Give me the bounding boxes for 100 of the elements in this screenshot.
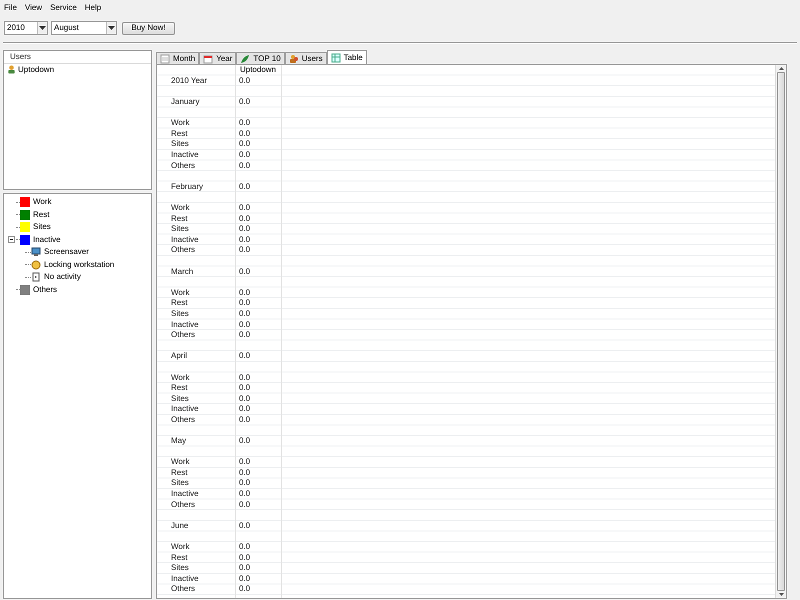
value-cell: 0.0 <box>239 374 250 382</box>
value-cell: 0.0 <box>239 130 250 138</box>
row-label: Sites <box>171 394 189 403</box>
row-label: Work <box>171 543 190 552</box>
value-cell: 0.0 <box>239 352 250 360</box>
legend-label: Sites <box>33 223 51 232</box>
row-label: Rest <box>171 384 188 392</box>
value-cell: 0.0 <box>239 500 250 509</box>
caret-icon <box>39 26 46 30</box>
value-cell: 0.0 <box>239 288 250 297</box>
row-label: January <box>171 98 200 106</box>
legend-label: Others <box>33 286 58 294</box>
value-cell: 0.0 <box>239 543 250 552</box>
value-cell: 0.0 <box>239 119 250 128</box>
row-label: Rest <box>171 554 188 562</box>
menu-item[interactable]: File <box>4 4 17 12</box>
value-cell: 0.0 <box>239 479 250 488</box>
monitor-icon <box>31 247 41 258</box>
tab[interactable]: TOP 10 <box>236 52 285 64</box>
row-label: Rest <box>171 214 188 223</box>
tab[interactable]: Users <box>284 52 327 64</box>
users-header: Users <box>4 51 151 64</box>
row-label: Work <box>171 374 190 382</box>
legend-label: Locking workstation <box>44 260 114 269</box>
legend-label: Rest <box>33 210 50 219</box>
legend-label: No activity <box>44 273 81 282</box>
value-cell: 0.0 <box>239 574 250 583</box>
collapse-icon[interactable] <box>8 236 15 244</box>
row-label: Inactive <box>171 490 199 498</box>
value-cell: 0.0 <box>239 268 250 276</box>
value-cell: 0.0 <box>239 554 250 562</box>
value-cell: 0.0 <box>239 182 250 191</box>
value-cell: 0.0 <box>239 331 250 340</box>
scroll-down-icon[interactable] <box>778 593 784 596</box>
caret-icon <box>108 26 115 30</box>
value-cell: 0.0 <box>239 320 250 329</box>
row-label: Inactive <box>171 236 199 244</box>
row-label: Others <box>171 500 196 509</box>
value-cell: 0.0 <box>239 204 250 212</box>
value-cell: 0.0 <box>239 162 250 170</box>
row-label: Rest <box>171 299 188 308</box>
row-label: Others <box>171 416 196 424</box>
value-cell: 0.0 <box>239 236 250 244</box>
row-label: Others <box>171 331 196 340</box>
row-label: Others <box>171 246 196 254</box>
legend-label: Screensaver <box>44 248 89 256</box>
value-cell: 0.0 <box>239 564 250 572</box>
row-label: Sites <box>171 225 189 234</box>
value-cell: 0.0 <box>239 76 250 85</box>
row-label: Sites <box>171 479 189 488</box>
row-label: May <box>171 437 186 446</box>
value-cell: 0.0 <box>239 225 250 234</box>
buy-button[interactable]: Buy Now! <box>122 22 175 34</box>
legend-label: Work <box>33 198 52 206</box>
row-label: 2010 Year <box>171 76 208 85</box>
row-label: June <box>171 522 188 530</box>
row-label: Others <box>171 585 196 594</box>
row-label: Rest <box>171 130 188 138</box>
row-label: Inactive <box>171 405 199 414</box>
menu-item[interactable]: Service <box>50 4 77 12</box>
value-cell: 0.0 <box>239 394 250 403</box>
value-cell: 0.0 <box>239 151 250 160</box>
value-cell: 0.0 <box>239 384 250 392</box>
table-icon <box>330 52 341 62</box>
value-cell: 0.0 <box>239 246 250 254</box>
year-dropdown[interactable]: 2010 <box>4 21 48 35</box>
tab[interactable]: Month <box>156 52 200 64</box>
month-dropdown[interactable]: August <box>51 21 117 35</box>
user-item[interactable]: Uptodown <box>4 64 151 75</box>
scroll-up-icon[interactable] <box>778 67 784 70</box>
value-cell: 0.0 <box>239 405 250 414</box>
row-label: Inactive <box>171 574 199 583</box>
tab[interactable]: Table <box>326 50 367 64</box>
value-cell: 0.0 <box>239 140 250 148</box>
value-cell: 0.0 <box>239 299 250 308</box>
value-cell: 0.0 <box>239 458 250 466</box>
menu-item[interactable]: View <box>24 4 42 12</box>
document-icon <box>31 272 41 282</box>
scrollbar[interactable] <box>775 65 786 598</box>
column-header: Uptodown <box>238 65 278 76</box>
value-cell: 0.0 <box>239 310 250 318</box>
row-label: Others <box>171 162 196 170</box>
row-label: April <box>171 352 188 360</box>
row-label: Work <box>171 458 190 466</box>
tab[interactable]: Year <box>199 52 236 64</box>
row-label: Sites <box>171 140 189 148</box>
row-label: Work <box>171 288 190 297</box>
row-label: Sites <box>171 564 189 572</box>
row-label: Sites <box>171 310 189 318</box>
leaf-icon <box>240 54 250 64</box>
row-label: Inactive <box>171 151 199 160</box>
value-cell: 0.0 <box>239 522 250 530</box>
row-label: Work <box>171 119 190 128</box>
value-cell: 0.0 <box>239 585 250 594</box>
row-label: Rest <box>171 468 188 477</box>
row-label: Work <box>171 204 190 212</box>
row-label: Inactive <box>171 320 199 329</box>
menu-item[interactable]: Help <box>84 4 102 12</box>
value-cell: 0.0 <box>239 490 250 498</box>
legend-label: Inactive <box>33 236 61 244</box>
